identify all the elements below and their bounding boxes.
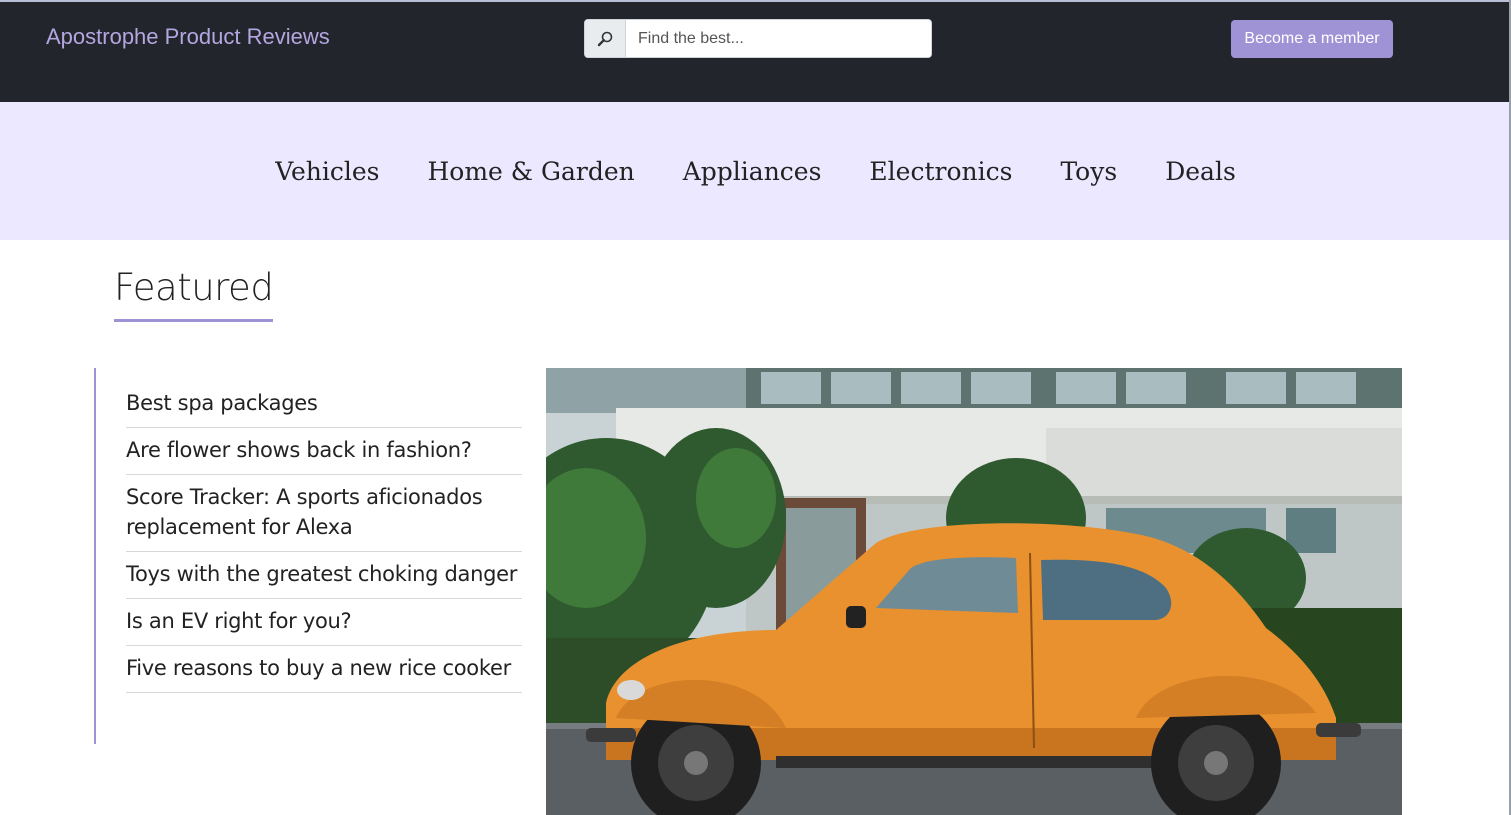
featured-article-list: Best spa packages Are flower shows back …	[94, 368, 522, 744]
search-form	[584, 19, 932, 58]
nav-item-electronics[interactable]: Electronics	[869, 157, 1012, 186]
article-link[interactable]: Toys with the greatest choking danger	[126, 552, 522, 599]
article-link[interactable]: Are flower shows back in fashion?	[126, 428, 522, 475]
search-input[interactable]	[626, 20, 931, 57]
nav-item-appliances[interactable]: Appliances	[683, 157, 822, 186]
become-member-button[interactable]: Become a member	[1231, 20, 1393, 58]
nav-item-home-garden[interactable]: Home & Garden	[428, 157, 635, 186]
article-link[interactable]: Score Tracker: A sports aficionados repl…	[126, 475, 522, 552]
featured-hero-image[interactable]	[546, 368, 1402, 815]
nav-item-vehicles[interactable]: Vehicles	[275, 157, 379, 186]
article-link[interactable]: Best spa packages	[126, 386, 522, 428]
orange-beetle-car-image	[546, 368, 1402, 815]
featured-heading: Featured	[114, 266, 274, 322]
article-link[interactable]: Is an EV right for you?	[126, 599, 522, 646]
article-link[interactable]: Five reasons to buy a new rice cooker	[126, 646, 522, 693]
nav-item-deals[interactable]: Deals	[1165, 157, 1236, 186]
site-header: Apostrophe Product Reviews Become a memb…	[0, 0, 1511, 102]
brand-link[interactable]: Apostrophe Product Reviews	[46, 24, 330, 50]
nav-item-toys[interactable]: Toys	[1060, 157, 1117, 186]
search-button[interactable]	[585, 20, 626, 57]
magnifier-icon	[597, 31, 613, 46]
category-nav: Vehicles Home & Garden Appliances Electr…	[0, 102, 1511, 240]
